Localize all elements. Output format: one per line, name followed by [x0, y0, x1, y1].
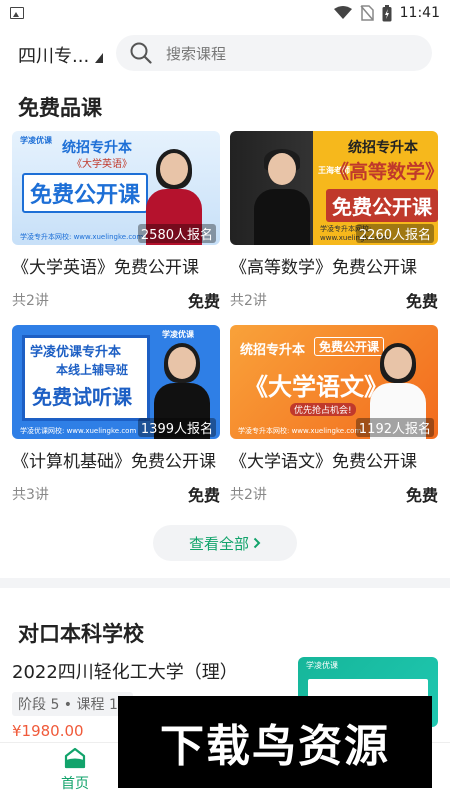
- search-input[interactable]: 搜索课程: [116, 35, 432, 71]
- watermark-overlay: 下载鸟资源: [118, 696, 432, 788]
- course-title: 《大学语文》免费公开课: [230, 452, 417, 472]
- search-icon: [130, 42, 152, 64]
- course-title: 《高等数学》免费公开课: [230, 258, 417, 278]
- thumb-site: 学凌专升本网校: www.xuelingke.com: [238, 427, 362, 435]
- thumb-headline: 统招专升本: [240, 343, 306, 358]
- course-price: 免费: [405, 486, 438, 505]
- no-sim-icon: [360, 5, 374, 21]
- course-price: 免费: [187, 486, 220, 505]
- course-title: 《大学英语》免费公开课: [12, 258, 199, 278]
- course-thumbnail: 学凌优课专升本 本线上辅导班 免费试听课 学凌优课 学凌优课网校: www.xu…: [12, 325, 220, 439]
- lesson-count: 共3讲: [12, 487, 49, 503]
- lesson-count: 共2讲: [230, 293, 267, 309]
- location-selector[interactable]: 四川专...: [18, 42, 104, 68]
- status-bar: 11:41: [0, 0, 450, 26]
- thumb-brand: 学凌优课: [20, 136, 52, 145]
- image-notification-icon: [10, 7, 24, 19]
- thumb-title: 免费公开课: [326, 189, 438, 222]
- thumb-site: 学凌专升本网校: www.xuelingke.com: [20, 233, 144, 241]
- enrolled-badge: 2580人报名: [137, 224, 216, 243]
- view-all-label: 查看全部: [188, 534, 249, 553]
- wifi-icon: [333, 6, 352, 19]
- course-price: 免费: [405, 292, 438, 311]
- course-card-computer[interactable]: 学凌优课专升本 本线上辅导班 免费试听课 学凌优课 学凌优课网校: www.xu…: [12, 325, 220, 506]
- lesson-count: 共2讲: [230, 487, 267, 503]
- teacher-photo: [250, 149, 314, 245]
- thumb-headline: 统招专升本: [62, 140, 132, 156]
- enrolled-badge: 1192人报名: [355, 418, 434, 437]
- search-placeholder: 搜索课程: [166, 44, 227, 63]
- free-courses-title: 免费品课: [18, 96, 102, 120]
- thumb-headline: 学凌优课专升本: [30, 345, 122, 360]
- thumb-brand: 学凌优课: [306, 661, 338, 670]
- thumb-title: 免费试听课: [32, 385, 132, 409]
- school-name[interactable]: 2022四川轻化工大学（理）: [12, 658, 238, 684]
- course-title: 《计算机基础》免费公开课: [12, 452, 216, 472]
- course-thumbnail: 王海老师 统招专升本 《高等数学》 免费公开课 学凌专升本网校: www.xue…: [230, 131, 438, 245]
- status-time: 11:41: [399, 5, 440, 21]
- course-card-english[interactable]: 学凌优课 统招专升本 《大学英语》 免费公开课 学凌专升本网校: www.xue…: [12, 131, 220, 312]
- thumb-site: 学凌优课网校: www.xuelingke.com: [20, 427, 137, 435]
- view-all-button[interactable]: 查看全部: [153, 525, 297, 561]
- lesson-count: 共2讲: [12, 293, 49, 309]
- enrolled-badge: 2260人报名: [355, 224, 434, 243]
- home-icon: [64, 747, 86, 769]
- tab-home[interactable]: 首页: [55, 747, 95, 793]
- school-price: ¥1980.00: [12, 722, 84, 740]
- course-price: 免费: [187, 292, 220, 311]
- course-card-math[interactable]: 王海老师 统招专升本 《高等数学》 免费公开课 学凌专升本网校: www.xue…: [230, 131, 438, 312]
- course-thumbnail: 统招专升本 免费公开课 《大学语文》 优先抢占机会! 学凌专升本网校: www.…: [230, 325, 438, 439]
- enrolled-badge: 1399人报名: [137, 418, 216, 437]
- chevron-right-icon: [253, 537, 261, 549]
- thumb-subject: 《大学英语》: [72, 159, 132, 170]
- course-card-chinese[interactable]: 统招专升本 免费公开课 《大学语文》 优先抢占机会! 学凌专升本网校: www.…: [230, 325, 438, 506]
- tab-home-label: 首页: [61, 776, 89, 792]
- thumb-subject: 本线上辅导班: [56, 363, 129, 377]
- section-divider: [0, 578, 450, 588]
- battery-icon: [382, 4, 392, 21]
- thumb-title: 免费公开课: [22, 173, 149, 213]
- thumb-headline: 统招专升本: [348, 140, 418, 156]
- schools-title: 对口本科学校: [18, 622, 144, 646]
- thumb-brand: 优先抢占机会!: [290, 403, 356, 416]
- caret-down-icon: [95, 53, 104, 63]
- school-stage: 阶段 5 • 课程 13: [12, 692, 133, 716]
- thumb-brand: 学凌优课: [162, 330, 194, 339]
- header: 四川专... 搜索课程: [0, 34, 450, 74]
- location-label: 四川专...: [18, 46, 90, 67]
- course-thumbnail: 学凌优课 统招专升本 《大学英语》 免费公开课 学凌专升本网校: www.xue…: [12, 131, 220, 245]
- thumb-subject: 《高等数学》: [330, 161, 438, 183]
